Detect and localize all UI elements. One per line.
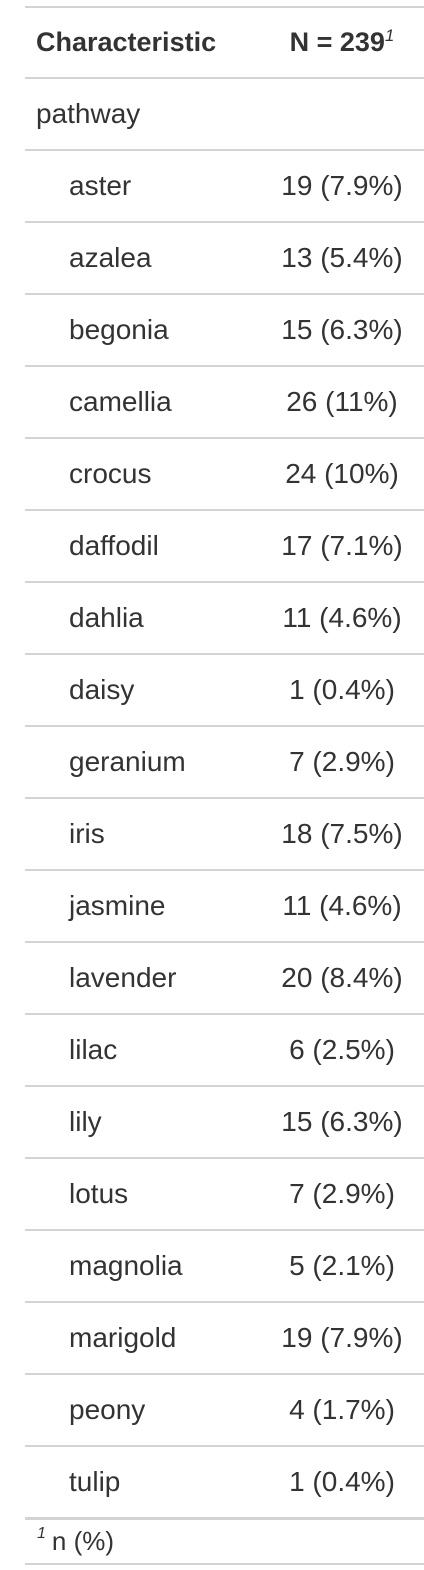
level-label: peony [25,1374,260,1447]
table-row: aster 19 (7.9%) [25,150,424,223]
level-stat: 26 (11%) [260,366,424,439]
summary-table-container: Characteristic N = 2391 pathway aster 19 … [25,6,424,1565]
n-header-label: N = 239 [289,27,385,57]
table-row: lavender 20 (8.4%) [25,942,424,1015]
level-label: daisy [25,654,260,727]
table-row: dahlia 11 (4.6%) [25,582,424,655]
level-label: crocus [25,438,260,511]
level-label: magnolia [25,1230,260,1303]
level-label: lotus [25,1158,260,1231]
table-row: daisy 1 (0.4%) [25,654,424,727]
table-row: crocus 24 (10%) [25,438,424,511]
level-label: jasmine [25,870,260,943]
level-label: aster [25,150,260,223]
level-label: camellia [25,366,260,439]
level-stat: 7 (2.9%) [260,726,424,799]
level-stat: 18 (7.5%) [260,798,424,871]
level-label: tulip [25,1446,260,1520]
table-row: magnolia 5 (2.1%) [25,1230,424,1303]
summary-table: Characteristic N = 2391 pathway aster 19 … [25,6,424,1520]
variable-label: pathway [25,78,260,151]
header-row: Characteristic N = 2391 [25,6,424,79]
level-stat: 20 (8.4%) [260,942,424,1015]
table-row: jasmine 11 (4.6%) [25,870,424,943]
table-body: pathway aster 19 (7.9%) azalea 13 (5.4%) beg… [25,78,424,1520]
level-stat: 15 (6.3%) [260,294,424,367]
level-label: marigold [25,1302,260,1375]
table-row: lily 15 (6.3%) [25,1086,424,1159]
footnote-mark: 1 [37,1524,46,1542]
level-label: azalea [25,222,260,295]
table-row: camellia 26 (11%) [25,366,424,439]
level-stat: 7 (2.9%) [260,1158,424,1231]
level-stat: 15 (6.3%) [260,1086,424,1159]
level-label: lily [25,1086,260,1159]
table-row: lotus 7 (2.9%) [25,1158,424,1231]
variable-stat [260,78,424,151]
n-header-footnote-mark: 1 [384,26,395,45]
footnote-text: n (%) [51,1526,115,1556]
table-row: iris 18 (7.5%) [25,798,424,871]
level-label: dahlia [25,582,260,655]
level-label: iris [25,798,260,871]
level-label: daffodil [25,510,260,583]
level-stat: 19 (7.9%) [260,1302,424,1375]
level-stat: 19 (7.9%) [260,150,424,223]
table-row: peony 4 (1.7%) [25,1374,424,1447]
n-header: N = 2391 [260,6,424,79]
level-label: lilac [25,1014,260,1087]
table-row: begonia 15 (6.3%) [25,294,424,367]
level-stat: 11 (4.6%) [260,870,424,943]
level-stat: 4 (1.7%) [260,1374,424,1447]
level-stat: 6 (2.5%) [260,1014,424,1087]
level-stat: 24 (10%) [260,438,424,511]
level-label: begonia [25,294,260,367]
table-row: geranium 7 (2.9%) [25,726,424,799]
level-stat: 17 (7.1%) [260,510,424,583]
level-stat: 11 (4.6%) [260,582,424,655]
level-stat: 5 (2.1%) [260,1230,424,1303]
table-row: marigold 19 (7.9%) [25,1302,424,1375]
level-label: geranium [25,726,260,799]
level-stat: 13 (5.4%) [260,222,424,295]
table-row: lilac 6 (2.5%) [25,1014,424,1087]
table-row: tulip 1 (0.4%) [25,1446,424,1520]
level-stat: 1 (0.4%) [260,654,424,727]
level-stat: 1 (0.4%) [260,1446,424,1520]
table-row: daffodil 17 (7.1%) [25,510,424,583]
table-footnote: 1 n (%) [25,1520,424,1565]
variable-row: pathway [25,78,424,151]
level-label: lavender [25,942,260,1015]
table-row: azalea 13 (5.4%) [25,222,424,295]
characteristic-header: Characteristic [25,6,260,79]
